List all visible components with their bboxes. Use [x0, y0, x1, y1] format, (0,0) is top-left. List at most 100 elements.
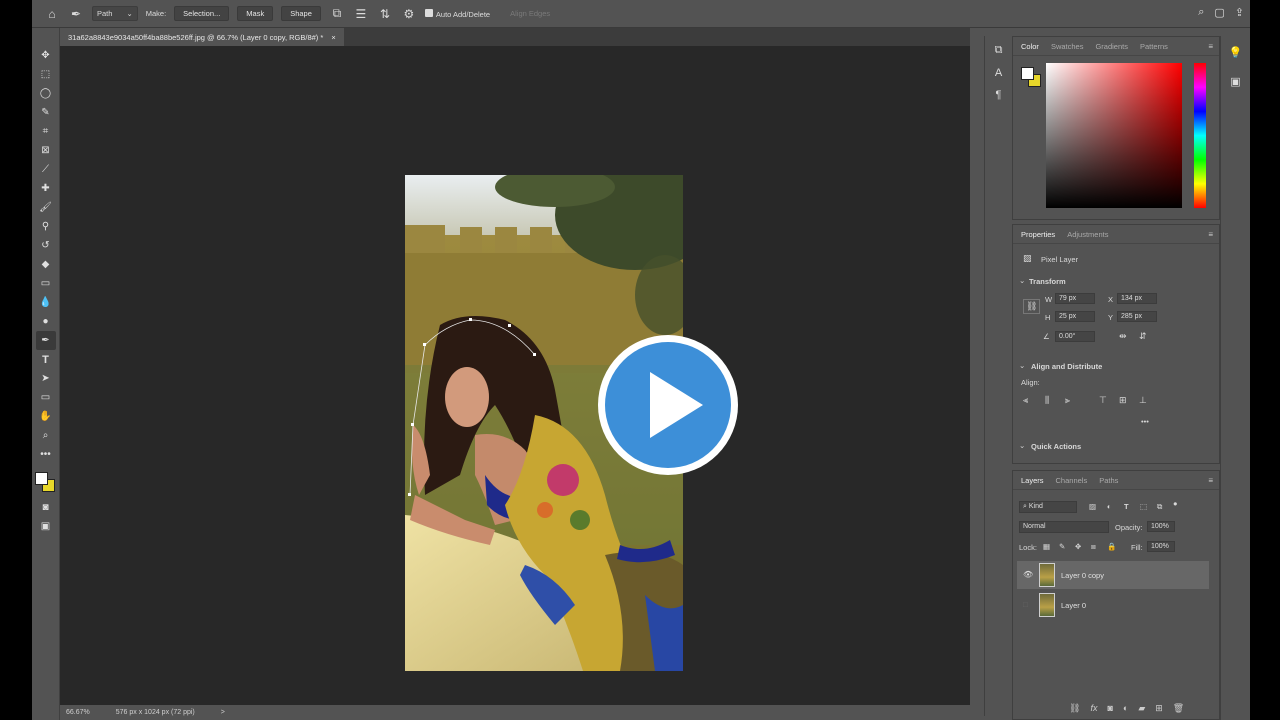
flip-horizontal-icon[interactable]: ⇹ — [1119, 331, 1127, 342]
blur-tool-icon[interactable]: 💧 — [36, 293, 56, 312]
new-group-icon[interactable]: ▰ — [1138, 703, 1145, 714]
zoom-tool-icon[interactable]: ⌕ — [36, 426, 56, 445]
layer-name[interactable]: Layer 0 copy — [1061, 571, 1104, 580]
tab-patterns[interactable]: Patterns — [1140, 42, 1168, 51]
lock-position-icon[interactable]: ✥ — [1075, 542, 1081, 551]
layer-filter-kind-select[interactable]: ⌕ Kind — [1019, 501, 1077, 513]
healing-brush-tool-icon[interactable]: ✚ — [36, 179, 56, 198]
more-options-button[interactable]: ••• — [1141, 417, 1149, 426]
libraries-icon[interactable]: ▣ — [1230, 75, 1240, 88]
pen-tool-icon[interactable]: ✒ — [35, 331, 56, 350]
path-operations-icon[interactable]: ⧉ — [329, 6, 345, 21]
lock-transparent-icon[interactable]: ▦ — [1043, 542, 1050, 551]
frame-tool-icon[interactable]: ⊠ — [36, 141, 56, 160]
tab-gradients[interactable]: Gradients — [1095, 42, 1128, 51]
panel-menu-icon[interactable]: ≡ — [1208, 42, 1213, 51]
lasso-tool-icon[interactable]: ◯ — [36, 84, 56, 103]
align-right-icon[interactable]: ⫸ — [1065, 395, 1070, 406]
visibility-off-icon[interactable]: □ — [1023, 600, 1033, 609]
rectangle-tool-icon[interactable]: ▭ — [36, 388, 56, 407]
opacity-field[interactable]: 100% — [1147, 521, 1175, 532]
chevron-down-icon[interactable]: ⌄ — [1019, 276, 1025, 285]
quick-actions-title[interactable]: Quick Actions — [1031, 442, 1081, 451]
filter-pixel-icon[interactable]: ▨ — [1089, 502, 1096, 511]
search-icon[interactable]: ⌕ — [1198, 6, 1204, 19]
chevron-down-icon[interactable]: ⌄ — [1019, 441, 1025, 450]
eye-icon[interactable]: 👁 — [1023, 570, 1033, 579]
learn-bulb-icon[interactable]: 💡 — [1229, 46, 1243, 59]
panel-menu-icon[interactable]: ≡ — [1208, 476, 1213, 485]
make-selection-button[interactable]: Selection... — [174, 6, 230, 21]
document-tab[interactable]: 31a62a8843e9034a50ff4ba88be526ff.jpg @ 6… — [60, 28, 344, 46]
auto-add-delete-checkbox[interactable]: Auto Add/Delete — [424, 8, 490, 19]
lock-all-icon[interactable]: 🔒 — [1107, 542, 1116, 551]
eraser-tool-icon[interactable]: ◆ — [36, 255, 56, 274]
chevron-down-icon[interactable]: ⌄ — [1019, 361, 1025, 370]
play-icon[interactable] — [595, 332, 741, 478]
screen-mode-icon[interactable]: ▣ — [36, 517, 56, 536]
path-arrangement-icon[interactable]: ⇅ — [377, 7, 393, 21]
more-tools-icon[interactable]: ••• — [36, 445, 56, 464]
width-field[interactable]: 79 px — [1055, 293, 1095, 304]
align-edges-option[interactable]: Align Edges — [510, 9, 550, 18]
fill-field[interactable]: 100% — [1147, 541, 1175, 552]
pen-mode-select[interactable]: Path ⌄ — [92, 6, 138, 21]
link-icon[interactable]: ⛓ — [1023, 299, 1041, 314]
align-center-icon[interactable]: ⫼ — [1045, 395, 1049, 406]
trash-icon[interactable]: 🗑 — [1173, 703, 1184, 714]
lock-image-icon[interactable]: ✎ — [1059, 542, 1065, 551]
close-icon[interactable]: × — [331, 33, 335, 42]
align-section-title[interactable]: Align and Distribute — [1031, 362, 1102, 371]
filter-adjustment-icon[interactable]: ◐ — [1107, 502, 1112, 511]
panel-menu-icon[interactable]: ≡ — [1208, 230, 1213, 239]
filter-toggle-icon[interactable]: ● — [1173, 499, 1178, 508]
crop-tool-icon[interactable]: ⌗ — [36, 122, 56, 141]
quick-selection-tool-icon[interactable]: ✎ — [36, 103, 56, 122]
height-field[interactable]: 25 px — [1055, 311, 1095, 322]
zoom-level[interactable]: 66.67% — [66, 709, 90, 716]
adjustment-layer-icon[interactable]: ◐ — [1123, 703, 1128, 714]
fx-icon[interactable]: fx — [1090, 703, 1097, 714]
layer-row[interactable]: 👁 Layer 0 copy — [1017, 561, 1209, 589]
layer-row[interactable]: □ Layer 0 — [1017, 591, 1209, 619]
character-panel-icon[interactable]: A — [995, 67, 1002, 79]
hand-tool-icon[interactable]: ✋ — [36, 407, 56, 426]
dodge-tool-icon[interactable]: ● — [36, 312, 56, 331]
pen-tool-preset-icon[interactable]: ✒ — [68, 7, 84, 21]
filter-shape-icon[interactable]: ⬚ — [1140, 502, 1147, 511]
path-alignment-icon[interactable]: ☰ — [353, 7, 369, 21]
paragraph-panel-icon[interactable]: ¶ — [996, 89, 1002, 101]
tab-channels[interactable]: Channels — [1056, 476, 1088, 485]
color-swatches[interactable] — [34, 472, 57, 494]
layer-name[interactable]: Layer 0 — [1061, 601, 1086, 610]
tab-properties[interactable]: Properties — [1021, 230, 1055, 239]
tab-color[interactable]: Color — [1021, 42, 1039, 51]
link-layers-icon[interactable]: ⛓ — [1069, 703, 1080, 714]
brush-tool-icon[interactable]: 🖌 — [36, 198, 56, 217]
transform-section-title[interactable]: Transform — [1029, 277, 1066, 286]
share-icon[interactable]: ⇪ — [1235, 6, 1244, 19]
foreground-color[interactable] — [34, 472, 48, 485]
tab-layers[interactable]: Layers — [1021, 476, 1044, 485]
lock-artboard-icon[interactable]: ⧈ — [1091, 542, 1096, 552]
make-mask-button[interactable]: Mask — [237, 6, 274, 21]
filter-type-icon[interactable]: T — [1124, 502, 1129, 511]
flip-vertical-icon[interactable]: ⇵ — [1139, 331, 1147, 342]
eyedropper-tool-icon[interactable]: ⟋ — [36, 160, 56, 179]
align-top-icon[interactable]: ⊤ — [1099, 395, 1107, 406]
y-field[interactable]: 285 px — [1117, 311, 1157, 322]
hue-slider[interactable] — [1194, 63, 1206, 208]
align-middle-icon[interactable]: ⊞ — [1119, 395, 1127, 406]
type-tool-icon[interactable]: T — [36, 350, 56, 369]
tab-swatches[interactable]: Swatches — [1051, 42, 1084, 51]
history-panel-icon[interactable]: ⧉ — [995, 44, 1003, 57]
gradient-tool-icon[interactable]: ▭ — [36, 274, 56, 293]
canvas-area[interactable] — [60, 46, 970, 705]
tab-paths[interactable]: Paths — [1099, 476, 1118, 485]
tab-adjustments[interactable]: Adjustments — [1067, 230, 1108, 239]
home-icon[interactable]: ⌂ — [44, 7, 60, 21]
new-layer-icon[interactable]: ⊞ — [1155, 703, 1163, 714]
angle-field[interactable]: 0.00° — [1055, 331, 1095, 342]
workspace-icon[interactable]: ▢ — [1214, 6, 1224, 19]
gear-icon[interactable]: ⚙ — [401, 7, 417, 21]
